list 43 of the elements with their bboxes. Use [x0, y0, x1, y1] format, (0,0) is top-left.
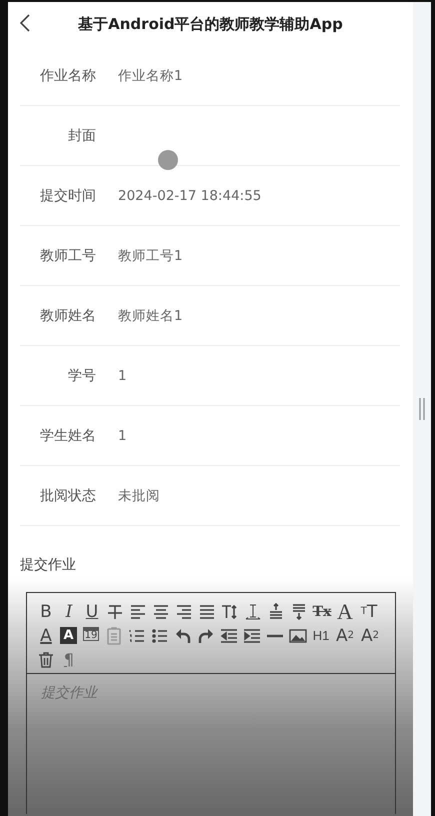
trash-icon[interactable]: [36, 650, 56, 670]
indent-icon[interactable]: [242, 626, 262, 646]
field-label: 学生姓名: [39, 426, 96, 444]
field-label: 提交时间: [39, 186, 96, 204]
bullet-list-icon[interactable]: [150, 626, 170, 646]
text-cursor-icon[interactable]: [243, 602, 263, 622]
italic-button[interactable]: I: [59, 601, 79, 623]
field-label: 教师工号: [39, 246, 96, 264]
align-center-icon[interactable]: [151, 602, 171, 622]
superscript-button[interactable]: A$^{2}$: [359, 625, 381, 647]
redo-icon[interactable]: [196, 626, 216, 646]
strikethrough-icon[interactable]: [105, 602, 125, 622]
heading-button[interactable]: H1: [311, 625, 331, 647]
field-value: 2024-02-17 18:44:55: [118, 188, 262, 204]
forecolor-button[interactable]: A: [36, 625, 56, 647]
field-value: 作业名称1: [118, 66, 183, 84]
back-icon[interactable]: [18, 13, 32, 33]
clear-button[interactable]: Tx: [312, 601, 332, 623]
field-value: 未批阅: [118, 486, 160, 504]
align-left-icon[interactable]: [128, 602, 148, 622]
field-label: 学号: [67, 366, 96, 384]
justify-icon[interactable]: [197, 602, 217, 622]
field-value: 教师姓名1: [118, 306, 183, 324]
field-value: 1: [118, 428, 127, 444]
backcolor-button[interactable]: A: [60, 627, 77, 644]
font-button[interactable]: A: [335, 601, 355, 623]
field-label: 作业名称: [39, 66, 96, 84]
clipboard-icon[interactable]: [104, 626, 124, 646]
editor-field[interactable]: 提交作业: [26, 674, 396, 814]
field-value: 1: [118, 368, 127, 384]
field-label: 批阅状态: [39, 486, 96, 504]
outdent-icon[interactable]: [219, 626, 239, 646]
date-button[interactable]: 19: [83, 627, 99, 641]
bold-button[interactable]: B: [36, 601, 56, 623]
underline-button[interactable]: U: [82, 601, 102, 623]
scroll-handle-icon[interactable]: [419, 398, 425, 420]
field-label: 教师姓名: [39, 306, 96, 324]
editor-label: 提交作业: [20, 557, 76, 573]
field-value: 教师工号1: [118, 246, 183, 264]
field-label: 封面: [67, 126, 96, 144]
page-title: 基于Android平台的教师教学辅助App: [78, 14, 343, 34]
align-right-icon[interactable]: [174, 602, 194, 622]
touch-indicator: [158, 150, 178, 170]
